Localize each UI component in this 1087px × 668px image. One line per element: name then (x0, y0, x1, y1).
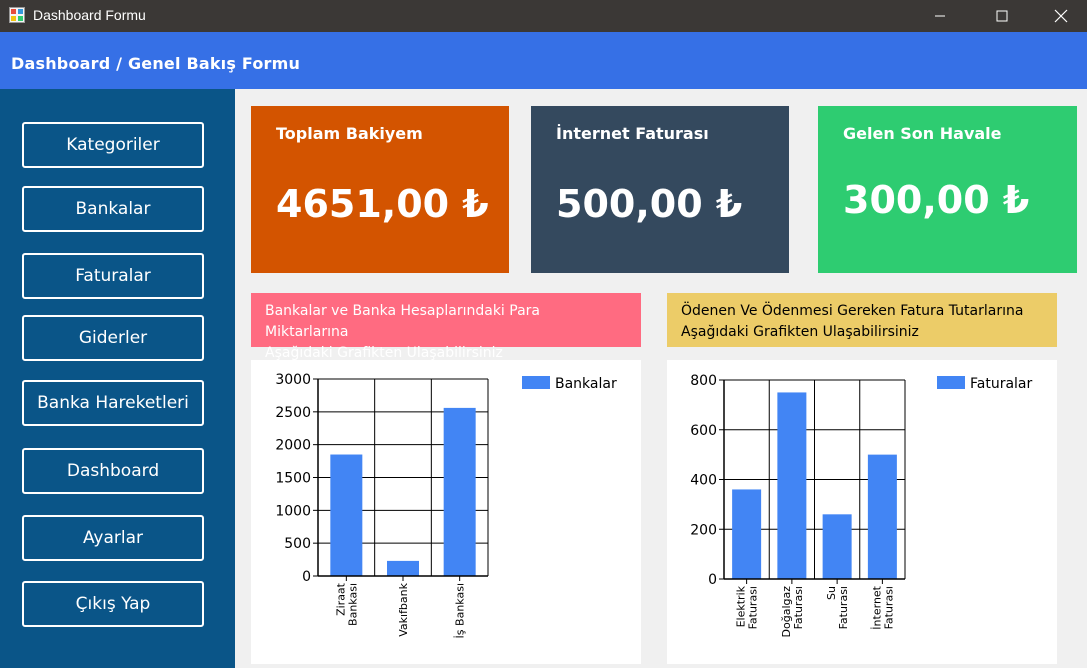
sidebar-item-label: Bankalar (75, 199, 151, 219)
maximize-button[interactable] (979, 0, 1025, 32)
maximize-icon (996, 10, 1008, 22)
minimize-button[interactable] (917, 0, 963, 32)
y-tick-label: 1500 (275, 471, 311, 487)
page-title: Dashboard / Genel Bakış Formu (11, 54, 301, 73)
stat-card-toplam-bakiye: Toplam Bakiyem 4651,00 ₺ (251, 106, 509, 273)
sidebar-item-giderler[interactable]: Giderler (22, 315, 204, 361)
bills-bar-chart: 0200400600800Elektrik Faturası Doğalgaz Fat… (690, 373, 1033, 637)
card-value: 300,00 ₺ (843, 178, 1030, 222)
y-tick-label: 3000 (275, 372, 311, 388)
banner-line: Bankalar ve Banka Hesaplarındaki Para Mi… (265, 303, 540, 340)
x-tick-label: Faturası (792, 586, 805, 629)
legend-label: Faturalar (970, 376, 1033, 392)
banner-line: Ödenen Ve Ödenmesi Gereken Fatura Tutarl… (681, 303, 1024, 319)
sidebar-item-banka-hareketleri[interactable]: Banka Hareketleri (22, 380, 204, 426)
sidebar-item-label: Faturalar (75, 266, 151, 286)
card-label: Toplam Bakiyem (276, 124, 423, 143)
sidebar-item-faturalar[interactable]: Faturalar (22, 253, 204, 299)
y-tick-label: 500 (284, 536, 311, 552)
sidebar-item-label: Giderler (78, 328, 148, 348)
sidebar-item-kategoriler[interactable]: Kategoriler (22, 122, 204, 168)
close-icon (1054, 9, 1068, 23)
bills-chart-panel: 0 200 400 600 800 Elektrik Faturası Doğalgaz Fat… (667, 360, 1057, 664)
y-tick-label: 200 (690, 522, 717, 538)
sidebar: Kategoriler Bankalar Faturalar Giderler … (0, 89, 235, 668)
close-button[interactable] (1038, 0, 1084, 32)
card-value: 4651,00 ₺ (276, 182, 489, 226)
sidebar-item-label: Banka Hareketleri (37, 393, 189, 413)
x-tick-label: Faturası (747, 586, 760, 629)
bar (732, 489, 762, 579)
stat-card-internet-faturasi: İnternet Faturası 500,00 ₺ (531, 106, 789, 273)
x-tick-label: Faturası (882, 586, 895, 629)
x-tick-label: Bankası (346, 583, 359, 626)
sidebar-item-dashboard[interactable]: Dashboard (22, 448, 204, 494)
bar (867, 454, 897, 579)
card-label: Gelen Son Havale (843, 124, 1002, 143)
y-tick-label: 0 (302, 569, 311, 585)
sidebar-item-ayarlar[interactable]: Ayarlar (22, 515, 204, 561)
x-tick-label: İş Bankası (454, 583, 467, 638)
sidebar-item-bankalar[interactable]: Bankalar (22, 186, 204, 232)
banner-line: Aşağıdaki Grafikten Ulaşabilirsiniz (681, 324, 919, 340)
minimize-icon (935, 15, 945, 17)
window-title: Dashboard Formu (33, 7, 146, 23)
sidebar-item-label: Çıkış Yap (75, 594, 151, 614)
y-tick-label: 800 (690, 373, 717, 389)
app-form-icon (9, 7, 25, 23)
bar (777, 392, 807, 579)
legend-swatch (937, 376, 965, 389)
legend-label: Bankalar (555, 376, 617, 392)
card-label: İnternet Faturası (556, 124, 709, 143)
card-value: 500,00 ₺ (556, 182, 743, 226)
banks-info-banner: Bankalar ve Banka Hesaplarındaki Para Mi… (251, 293, 641, 361)
y-tick-label: 2500 (275, 405, 311, 421)
bar (330, 454, 363, 576)
banks-bar-chart: 050010001500200025003000Ziraat Bankası Vak… (275, 372, 617, 638)
x-tick-label: Faturası (837, 586, 850, 629)
y-tick-label: 600 (690, 423, 717, 439)
sidebar-item-label: Dashboard (66, 461, 160, 481)
banks-chart-panel: 0 500 1000 1500 2000 2500 3000 Ziraat Bankası Vak… (251, 360, 641, 664)
y-tick-label: 400 (690, 473, 717, 489)
page-header: Dashboard / Genel Bakış Formu (0, 32, 1087, 89)
y-tick-label: 1000 (275, 503, 311, 519)
legend-swatch (522, 376, 550, 389)
sidebar-item-label: Ayarlar (82, 528, 144, 548)
window-titlebar: Dashboard Formu (0, 0, 1087, 32)
bar (822, 514, 852, 579)
sidebar-item-label: Kategoriler (66, 135, 160, 155)
bar (443, 407, 476, 576)
stat-card-gelen-son-havale: Gelen Son Havale 300,00 ₺ (818, 106, 1077, 273)
y-tick-label: 2000 (275, 438, 311, 454)
y-tick-label: 0 (708, 572, 717, 588)
bills-info-banner: Ödenen Ve Ödenmesi Gereken Fatura Tutarl… (667, 293, 1057, 347)
bar (387, 560, 419, 576)
x-tick-label: Vakıfbank (397, 582, 410, 636)
sidebar-item-cikis-yap[interactable]: Çıkış Yap (22, 581, 204, 627)
